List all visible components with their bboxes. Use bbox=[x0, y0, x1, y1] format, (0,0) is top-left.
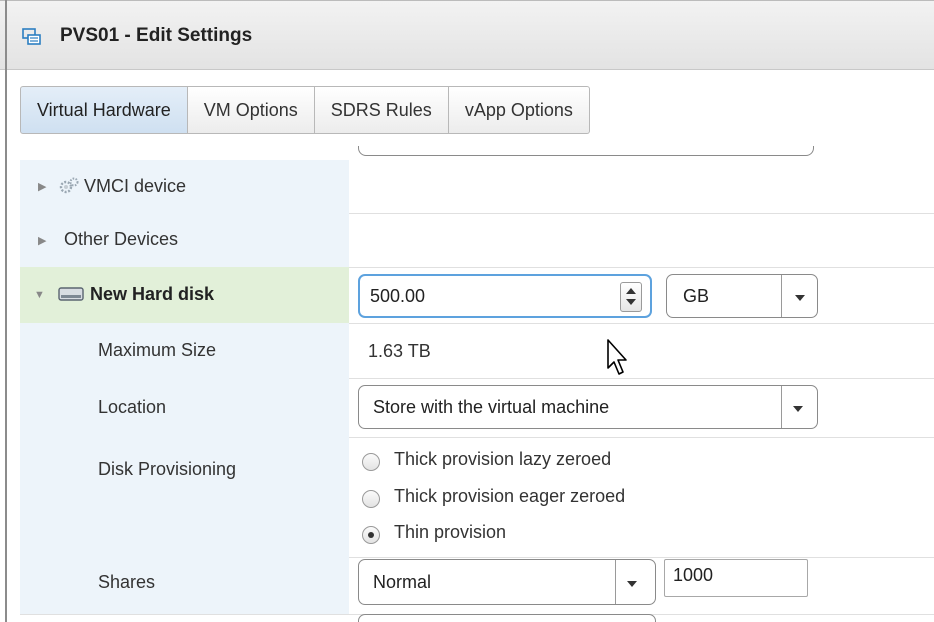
caret-separator bbox=[781, 275, 782, 317]
radio-thick-eager[interactable] bbox=[362, 490, 380, 508]
hardware-list: ▶ VMCI device ▶ Other Devices ▼ New Hard… bbox=[20, 146, 934, 622]
disk-provisioning-label: Disk Provisioning bbox=[98, 459, 237, 479]
maximum-size-row: Maximum Size 1.63 TB bbox=[20, 323, 934, 379]
tab-sdrs-rules[interactable]: SDRS Rules bbox=[314, 86, 449, 134]
gear-icon bbox=[59, 177, 79, 194]
edit-settings-window: PVS01 - Edit Settings Virtual Hardware V… bbox=[0, 0, 934, 622]
shares-row: Shares Normal 1000 bbox=[20, 557, 934, 615]
location-row: Location Store with the virtual machine bbox=[20, 378, 934, 438]
maximum-size-value: 1.63 TB bbox=[368, 341, 431, 361]
thick-lazy-label[interactable]: Thick provision lazy zeroed bbox=[394, 449, 611, 470]
window-title: PVS01 - Edit Settings bbox=[60, 25, 253, 46]
dropdown-caret-icon[interactable] bbox=[627, 581, 637, 587]
spinner-down-icon[interactable] bbox=[626, 299, 636, 305]
disk-size-unit-select[interactable]: GB bbox=[666, 274, 818, 318]
tab-vm-options[interactable]: VM Options bbox=[187, 86, 315, 134]
expand-arrow-icon[interactable]: ▶ bbox=[38, 234, 46, 247]
shares-label: Shares bbox=[98, 572, 156, 592]
vmci-device-label: VMCI device bbox=[84, 176, 187, 196]
shares-level-select[interactable]: Normal bbox=[358, 559, 656, 605]
hard-disk-icon bbox=[58, 287, 84, 301]
maximum-size-label: Maximum Size bbox=[98, 340, 217, 360]
window-left-border bbox=[5, 0, 7, 622]
spinner-up-icon[interactable] bbox=[626, 288, 636, 294]
vm-settings-icon bbox=[22, 28, 41, 45]
title-bar: PVS01 - Edit Settings bbox=[0, 0, 934, 70]
vmci-device-row[interactable]: ▶ VMCI device bbox=[20, 160, 934, 214]
disk-provisioning-row: Disk Provisioning Thick provision lazy z… bbox=[20, 437, 934, 558]
thin-provision-label[interactable]: Thin provision bbox=[394, 522, 506, 543]
shares-value-input[interactable]: 1000 bbox=[664, 559, 808, 597]
caret-separator bbox=[781, 386, 782, 428]
disk-size-input[interactable]: 500.00 bbox=[370, 286, 425, 307]
caret-separator bbox=[615, 560, 616, 604]
location-select[interactable]: Store with the virtual machine bbox=[358, 385, 818, 429]
radio-thick-lazy[interactable] bbox=[362, 453, 380, 471]
tab-virtual-hardware[interactable]: Virtual Hardware bbox=[20, 86, 188, 134]
shares-level-value: Normal bbox=[373, 572, 432, 592]
other-devices-label: Other Devices bbox=[64, 229, 179, 249]
label-cell bbox=[20, 378, 349, 437]
dropdown-caret-icon[interactable] bbox=[793, 406, 803, 412]
tab-vapp-options[interactable]: vApp Options bbox=[448, 86, 590, 134]
cropped-control-bottom[interactable] bbox=[358, 614, 656, 622]
disk-size-spinner[interactable]: 500.00 bbox=[358, 274, 652, 318]
new-hard-disk-label: New Hard disk bbox=[90, 284, 215, 304]
disk-size-unit-value: GB bbox=[683, 286, 710, 306]
other-devices-row[interactable]: ▶ Other Devices bbox=[20, 213, 934, 268]
dropdown-caret-icon[interactable] bbox=[795, 295, 805, 301]
spinner-buttons[interactable] bbox=[620, 282, 642, 312]
label-cell bbox=[20, 437, 349, 557]
new-hard-disk-row[interactable]: ▼ New Hard disk 500.00 GB bbox=[20, 267, 934, 324]
radio-selected-dot bbox=[368, 532, 374, 538]
cropped-control[interactable] bbox=[358, 146, 814, 156]
expand-arrow-icon[interactable]: ▶ bbox=[38, 180, 46, 193]
location-label: Location bbox=[98, 397, 167, 417]
shares-value[interactable]: 1000 bbox=[673, 565, 713, 586]
collapse-arrow-icon[interactable]: ▼ bbox=[34, 289, 45, 301]
thick-eager-label[interactable]: Thick provision eager zeroed bbox=[394, 486, 625, 507]
location-value: Store with the virtual machine bbox=[373, 397, 610, 417]
mouse-pointer-icon bbox=[607, 339, 627, 375]
label-cell bbox=[20, 557, 349, 614]
radio-thin-provision[interactable] bbox=[362, 526, 380, 544]
tab-bar: Virtual Hardware VM Options SDRS Rules v… bbox=[20, 86, 590, 134]
